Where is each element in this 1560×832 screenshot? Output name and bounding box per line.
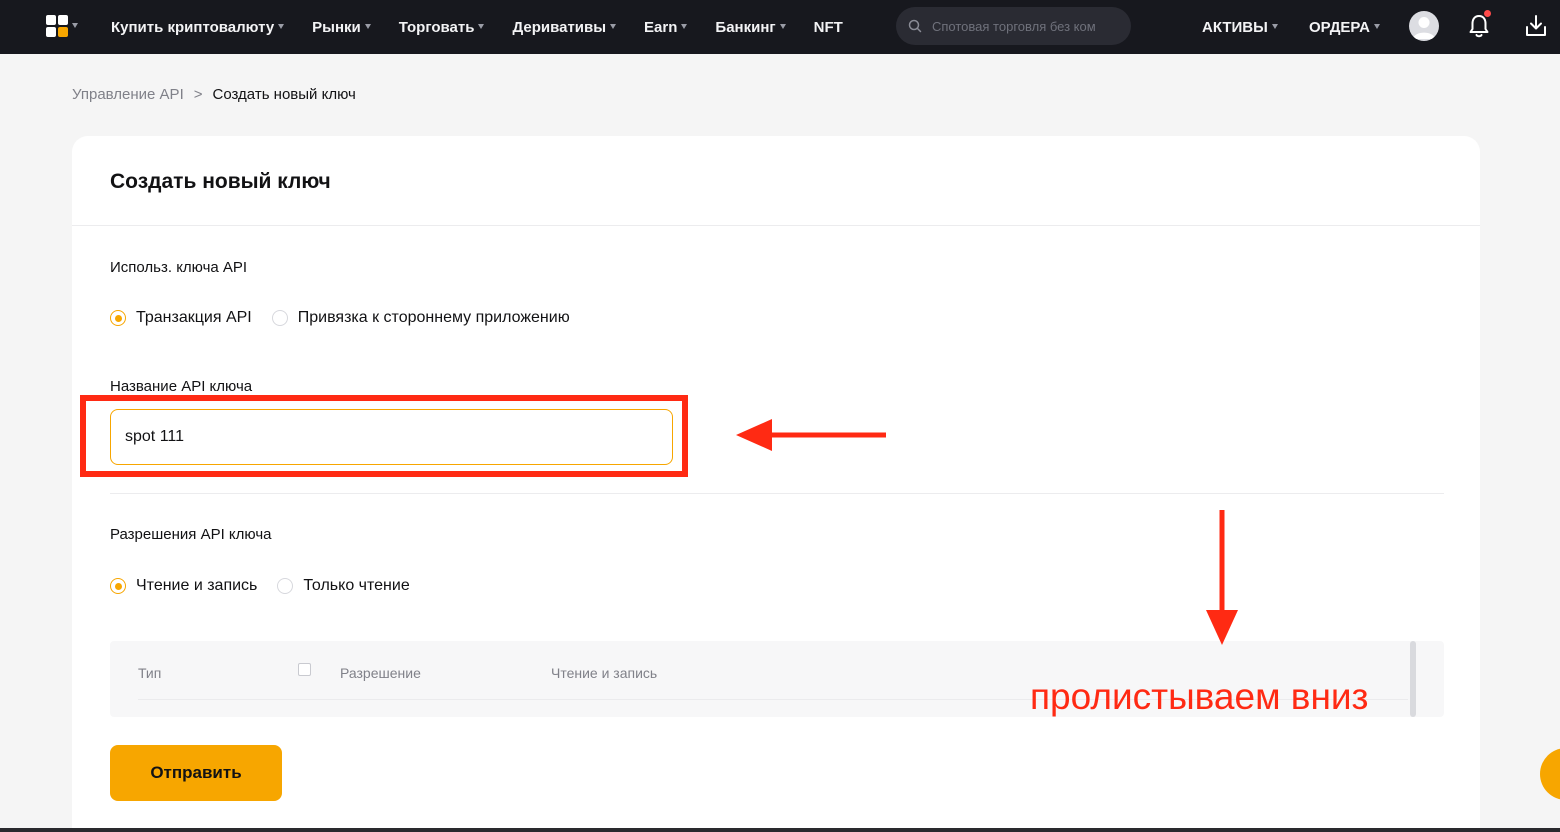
radio-label: Транзакция API [136, 309, 252, 326]
orders-menu[interactable]: ОРДЕРА [1309, 0, 1380, 54]
download-icon[interactable] [1522, 12, 1550, 40]
chevron-down-icon [1373, 23, 1380, 29]
user-avatar[interactable] [1409, 11, 1439, 41]
column-header-type: Тип [138, 665, 162, 681]
header-divider [72, 225, 1480, 226]
nav-search-bar[interactable] [896, 7, 1131, 45]
radio-third-party-app[interactable]: Привязка к стороннему приложению [271, 309, 570, 327]
breadcrumb-api-management[interactable]: Управление API [72, 86, 184, 103]
column-header-read-write: Чтение и запись [551, 665, 658, 681]
nav-item-earn[interactable]: Earn [644, 18, 688, 36]
app-grid-logo[interactable] [46, 14, 86, 38]
breadcrumb-separator: > [193, 86, 203, 103]
breadcrumb-current: Создать новый ключ [212, 86, 356, 103]
nav-item-label: NFT [813, 18, 843, 36]
scroll-down-caption: пролистываем вниз [1030, 676, 1369, 717]
nav-item-label: Купить криптовалюту [111, 18, 275, 36]
radio-label: Привязка к стороннему приложению [297, 309, 570, 326]
notification-dot [1484, 10, 1491, 17]
chevron-down-icon [364, 23, 371, 29]
nav-item-label: Деривативы [512, 18, 607, 36]
nav-item-derivatives[interactable]: Деривативы [512, 18, 617, 36]
api-key-name-label: Название API ключа [110, 378, 253, 395]
table-scrollbar[interactable] [1410, 641, 1416, 717]
chevron-down-icon [1271, 23, 1278, 29]
nav-item-trade[interactable]: Торговать [399, 19, 485, 36]
chevron-down-icon [478, 23, 485, 29]
api-permissions-label: Разрешения API ключа [110, 526, 272, 543]
nav-item-banking[interactable]: Банкинг [715, 18, 786, 36]
api-permissions-radio-group: Чтение и запись Только чтение [110, 577, 430, 595]
chevron-down-icon [779, 23, 786, 29]
nav-item-nft[interactable]: NFT [814, 19, 843, 36]
nav-item-markets[interactable]: Рынки [312, 19, 371, 36]
orders-label: ОРДЕРА [1309, 18, 1370, 36]
radio-unchecked-indicator [271, 310, 288, 326]
window-bottom-edge [0, 828, 1560, 832]
radio-read-write[interactable]: Чтение и запись [110, 577, 257, 595]
nav-item-buy-crypto[interactable]: Купить криптовалюту [111, 18, 285, 36]
search-icon [908, 19, 922, 33]
nav-item-label: Earn [644, 18, 678, 36]
chevron-down-icon [610, 23, 617, 29]
nav-item-label: Рынки [312, 18, 361, 36]
radio-checked-indicator [110, 310, 126, 326]
radio-transaction-api[interactable]: Транзакция API [110, 309, 252, 327]
column-header-permission: Разрешение [340, 665, 421, 681]
chevron-down-icon [681, 23, 688, 29]
user-icon [1413, 17, 1435, 39]
radio-unchecked-indicator [277, 578, 294, 594]
nav-menu: Купить криптовалюту Рынки Торговать Дери… [111, 0, 843, 54]
breadcrumb: Управление API > Создать новый ключ [72, 86, 356, 103]
search-input[interactable] [932, 18, 1122, 34]
assets-menu[interactable]: АКТИВЫ [1202, 0, 1278, 54]
page-title: Создать новый ключ [110, 170, 331, 193]
assets-label: АКТИВЫ [1202, 18, 1268, 36]
top-navigation-bar: Купить криптовалюту Рынки Торговать Дери… [0, 0, 1560, 54]
api-usage-label: Использ. ключа API [110, 259, 248, 276]
radio-read-only[interactable]: Только чтение [277, 577, 410, 595]
nav-item-label: Торговать [398, 18, 475, 36]
radio-label: Чтение и запись [136, 577, 258, 594]
chevron-down-icon [278, 23, 285, 29]
api-usage-radio-group: Транзакция API Привязка к стороннему при… [110, 309, 590, 327]
chat-support-button[interactable] [1540, 748, 1560, 800]
create-key-card: Создать новый ключ Использ. ключа API Тр… [72, 136, 1480, 832]
nav-item-label: Банкинг [715, 18, 776, 36]
grid-icon [46, 15, 68, 37]
section-divider [110, 493, 1444, 494]
api-key-name-input[interactable] [110, 409, 673, 465]
radio-checked-indicator [110, 578, 126, 594]
submit-button[interactable]: Отправить [110, 745, 282, 801]
select-all-checkbox[interactable] [298, 663, 311, 676]
chevron-down-icon [72, 22, 78, 28]
radio-label: Только чтение [303, 577, 410, 594]
